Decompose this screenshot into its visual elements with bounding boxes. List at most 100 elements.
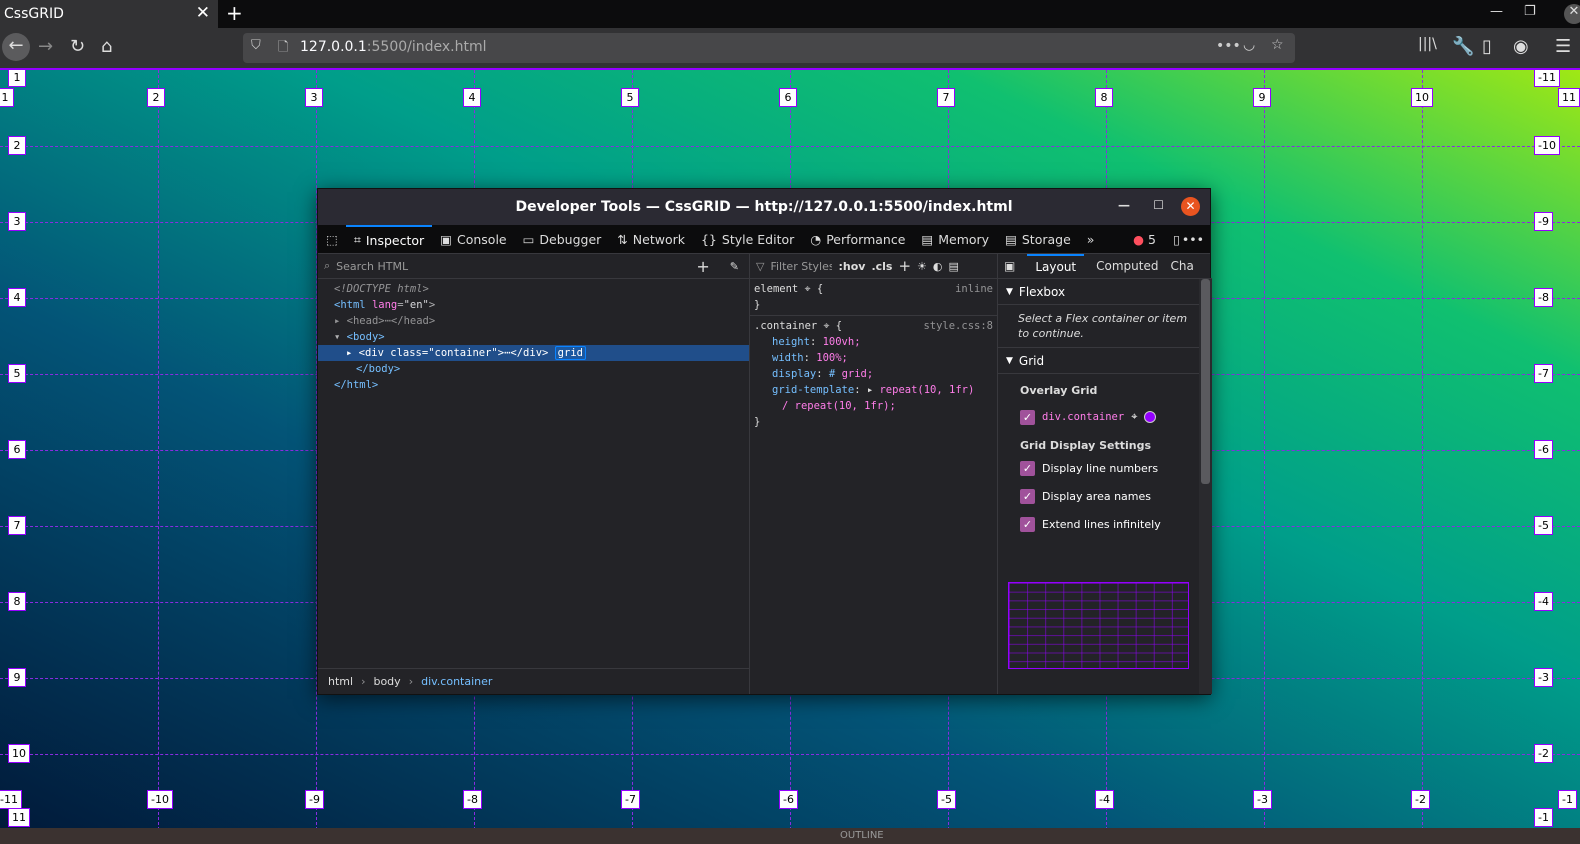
declaration[interactable]: grid-template: ▸ repeat(10, 1fr) [754,382,993,398]
declaration-continuation: / repeat(10, 1fr); [782,400,896,412]
tab-style-editor[interactable]: {} Style Editor [693,225,802,254]
account-icon[interactable]: ◉ [1513,36,1529,57]
display-area-names-checkbox[interactable]: ✓ Display area names [998,482,1212,510]
breadcrumb-body[interactable]: body [373,675,400,688]
error-count[interactable]: ● 5 [1133,232,1156,247]
row-line-number: 5 [8,364,26,383]
grid-badge[interactable]: grid [554,346,586,360]
rule-source[interactable]: inline [955,281,993,297]
eyedropper-icon[interactable]: ✎ [730,260,739,273]
tab-network[interactable]: ⇅ Network [609,225,693,254]
shield-icon[interactable]: ⛉ [251,38,261,53]
more-icon[interactable]: ••• [1216,38,1241,54]
close-window-icon[interactable]: ✕ [1564,4,1580,24]
overlay-container-checkbox[interactable]: ✓ div.container ⌖ [998,403,1212,431]
column-line-number-negative: -5 [937,790,956,809]
responsive-design-icon[interactable]: ▯ [1173,232,1180,247]
restore-icon[interactable]: ❐ [1524,4,1536,19]
declaration[interactable]: width: 100%; [754,350,993,366]
grid-toggle-icon[interactable]: # [829,368,835,380]
layout-panel: ▣ Layout Computed Cha ▼ Flexbox Select a … [998,254,1212,694]
element-picker-icon[interactable]: ⬚ [318,225,346,254]
row-line-number-negative: -6 [1534,440,1553,459]
doctype-node[interactable]: <!DOCTYPE html> [318,281,749,297]
url-bar[interactable]: ⛉ 🗋 127.0.0.1:5500/index.html ••• ◡ ☆ [243,33,1295,63]
div-container-node[interactable]: ▸ <div class="container">⋯</div> grid [318,345,749,361]
tab-memory[interactable]: ▤ Memory [913,225,997,254]
desktop-strip: OUTLINE [0,828,1580,844]
forward-icon[interactable]: → [38,36,53,57]
library-icon[interactable]: |||\ [1418,36,1437,52]
display-line-numbers-checkbox[interactable]: ✓ Display line numbers [998,454,1212,482]
minimize-icon[interactable]: — [1490,4,1503,19]
devtools-window: Developer Tools — CssGRID — http://127.0… [317,188,1212,695]
column-line-number-negative: -7 [621,790,640,809]
filter-styles-input[interactable]: Filter Styles [770,260,832,273]
add-rule-icon[interactable]: + [898,257,911,275]
toggle-sidebar-icon[interactable]: ▣ [1004,259,1015,273]
head-node[interactable]: ▸ <head>⋯</head> [318,313,749,329]
html-node[interactable]: <html lang="en"> [318,297,749,313]
body-node[interactable]: ▾ <body> [318,329,749,345]
tab-label: Storage [1021,231,1071,247]
tab-performance[interactable]: ◔ Performance [802,225,913,254]
cls-button[interactable]: .cls [871,260,892,273]
overlay-color-swatch[interactable] [1144,411,1157,423]
column-line-number: 9 [1253,88,1271,107]
tab-computed[interactable]: Computed [1096,259,1158,273]
tab-label: Debugger [539,231,602,247]
declaration[interactable]: display: # grid; [754,366,993,382]
minimize-icon[interactable]: — [1118,198,1130,212]
breadcrumb-div-container[interactable]: div.container [421,675,492,688]
declaration[interactable]: height: 100vh; [754,334,993,350]
browser-tab[interactable]: CssGRID ✕ [0,0,218,28]
new-tab-icon[interactable]: + [226,1,243,25]
container-rule: .container ⌖ {style.css:8 height: 100vh;… [754,318,993,428]
tab-inspector[interactable]: ⌗ Inspector [345,224,433,254]
tab-layout[interactable]: Layout [1027,254,1085,278]
wrench-icon[interactable]: 🔧 [1452,36,1474,57]
light-scheme-icon[interactable]: ☀ [917,260,927,273]
column-line-number: 2 [147,88,165,107]
options-menu-icon[interactable]: ••• [1182,232,1204,247]
sidebar-icon[interactable]: ▯ [1482,36,1492,57]
overflow-tabs-icon[interactable]: » [1079,225,1103,254]
breadcrumb-html[interactable]: html [328,675,353,688]
grid-section-header[interactable]: ▼ Grid [998,348,1212,374]
bookmark-star-icon[interactable]: ☆ [1271,37,1284,53]
tab-label: Inspector [365,232,425,248]
column-line-number: 8 [1095,88,1113,107]
tab-storage[interactable]: ▤ Storage [997,225,1079,254]
column-line-number-negative: -11 [0,790,22,809]
highlight-icon[interactable]: ⌖ [1131,410,1137,424]
search-html[interactable]: ⌕ Search HTML + ✎ [318,254,749,279]
row-line-number: 1 [8,70,26,87]
search-html-input[interactable]: Search HTML [336,260,690,273]
tab-label: Console [456,231,507,247]
tab-console[interactable]: ▣ Console [432,225,514,254]
extend-lines-checkbox[interactable]: ✓ Extend lines infinitely [998,510,1212,538]
flexbox-section-header[interactable]: ▼ Flexbox [998,279,1212,305]
add-node-icon[interactable]: + [696,257,709,276]
row-line-number-negative: -2 [1534,744,1553,763]
close-icon[interactable]: ✕ [1181,197,1200,216]
maximize-icon[interactable]: ☐ [1153,198,1164,212]
reload-icon[interactable]: ↻ [70,36,85,57]
hov-button[interactable]: :hov [838,260,865,273]
column-line-number-negative: -3 [1253,790,1272,809]
column-line-number: 10 [1411,88,1433,107]
close-tab-icon[interactable]: ✕ [196,3,210,23]
url-host: 127.0.0.1 [300,39,367,55]
html-close-node: </html> [334,379,379,391]
back-icon[interactable]: ← [2,33,30,61]
rule-source[interactable]: style.css:8 [923,318,993,334]
sidebar-tabs: ▣ Layout Computed Cha [998,254,1212,279]
tab-debugger[interactable]: ▭ Debugger [515,225,610,254]
print-icon[interactable]: ▤ [949,260,959,273]
menu-icon[interactable]: ☰ [1555,36,1571,57]
tab-changes[interactable]: Cha [1170,259,1193,273]
home-icon[interactable]: ⌂ [101,36,112,57]
dark-scheme-icon[interactable]: ◐ [933,260,943,273]
layout-scrollbar[interactable] [1199,279,1212,694]
pocket-icon[interactable]: ◡ [1243,37,1255,53]
